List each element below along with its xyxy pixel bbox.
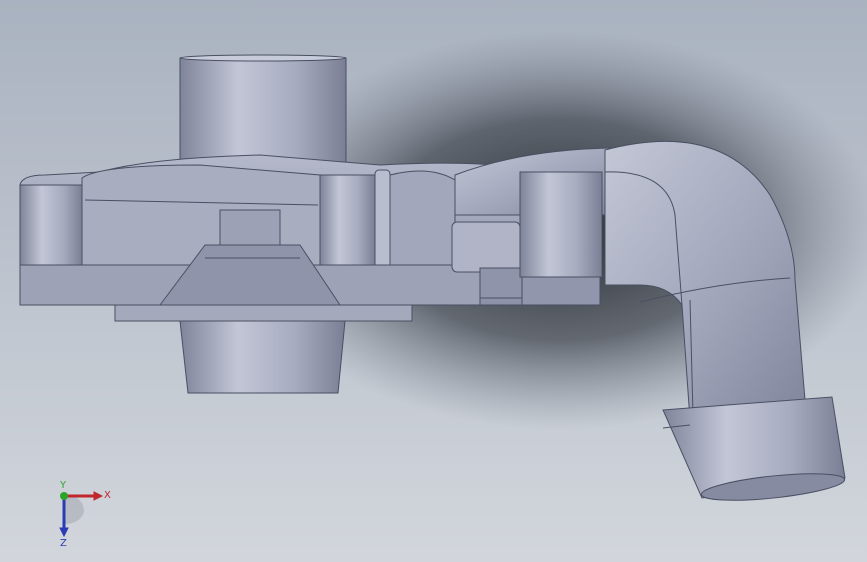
top-neck-cylinder[interactable]: [179, 54, 347, 169]
graphics-viewport[interactable]: X Y Z: [0, 0, 867, 562]
part-model-view[interactable]: [0, 0, 867, 562]
x-axis-label: X: [104, 490, 111, 501]
z-axis-arrowhead: [59, 527, 69, 538]
pipe-outlet-end[interactable]: [662, 396, 846, 505]
z-axis-label: Z: [60, 538, 67, 548]
y-axis-dot: [60, 492, 68, 500]
y-axis-label: Y: [59, 480, 67, 491]
x-axis-arrowhead: [93, 491, 104, 501]
view-orientation-triad[interactable]: X Y Z: [40, 478, 120, 548]
outlet-boss-cylinder[interactable]: [519, 171, 603, 306]
